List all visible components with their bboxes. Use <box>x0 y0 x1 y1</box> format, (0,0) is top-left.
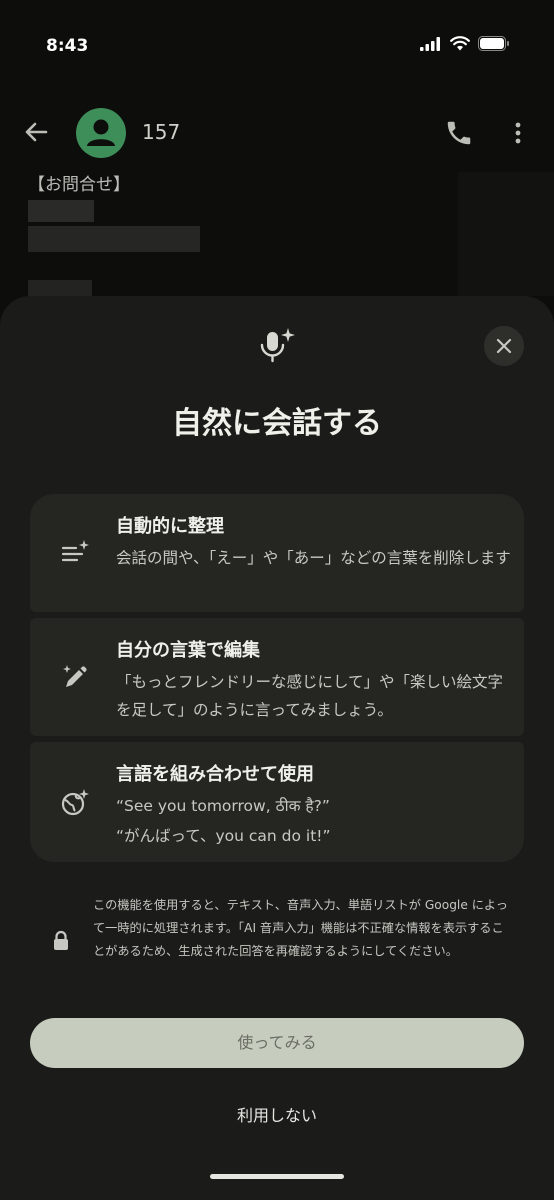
close-button[interactable] <box>484 326 524 366</box>
feature-description: 会話の間や、「えー」や「あー」などの言葉を削除します <box>116 549 511 567</box>
chat-header: 157 <box>0 94 554 174</box>
feature-example-1: “See you tomorrow, ठीक है?” <box>116 797 330 815</box>
try-it-button[interactable]: 使ってみる <box>30 1018 524 1068</box>
sheet-title: 自然に会話する <box>172 406 382 441</box>
redacted-block <box>28 200 94 222</box>
mic-sparkle-icon <box>255 326 299 366</box>
more-vert-icon[interactable] <box>508 118 528 148</box>
avatar[interactable] <box>76 108 126 158</box>
avatar-person-icon <box>87 119 115 146</box>
home-indicator[interactable] <box>210 1174 344 1179</box>
feature-card-mix-languages: 言語を組み合わせて使用 “See you tomorrow, ठीक है?” … <box>30 742 524 862</box>
background-message-heading: 【お問合せ】 <box>28 175 130 195</box>
lock-icon <box>52 930 70 952</box>
close-icon <box>496 338 512 354</box>
phone-icon[interactable] <box>444 118 474 148</box>
signal-icon <box>420 36 440 51</box>
redacted-block <box>458 172 554 296</box>
wifi-icon <box>450 36 470 51</box>
back-arrow-icon[interactable] <box>20 116 52 148</box>
auto-format-icon <box>60 538 90 568</box>
status-bar: 8:43 <box>0 0 554 94</box>
battery-icon <box>478 36 509 51</box>
feature-description: 「もっとフレンドリーな感じにして」や「楽しい絵文字を足して」のように言ってみまし… <box>116 673 504 719</box>
decline-button[interactable]: 利用しない <box>177 1098 377 1134</box>
feature-title: 言語を組み合わせて使用 <box>116 764 314 785</box>
feature-title: 自動的に整理 <box>116 516 224 537</box>
feature-card-edit-own-words: 自分の言葉で編集 「もっとフレンドリーな感じにして」や「楽しい絵文字を足して」の… <box>30 618 524 736</box>
status-time: 8:43 <box>46 36 89 56</box>
contact-name: 157 <box>142 120 181 144</box>
magic-pen-icon <box>60 662 90 692</box>
feature-example-2: “がんばって、you can do it!” <box>116 827 331 845</box>
feature-card-auto-organize: 自動的に整理 会話の間や、「えー」や「あー」などの言葉を削除します <box>30 494 524 612</box>
privacy-disclaimer: この機能を使用すると、テキスト、音声入力、単語リストが Google によって一… <box>93 898 508 958</box>
ai-voice-input-sheet: 自然に会話する 自動的に整理 会話の間や、「えー」や「あー」などの言葉を削除しま… <box>0 296 554 1200</box>
feature-title: 自分の言葉で編集 <box>116 640 260 661</box>
status-icons <box>420 36 510 51</box>
redacted-block <box>28 226 200 252</box>
globe-sparkle-icon <box>60 788 90 818</box>
